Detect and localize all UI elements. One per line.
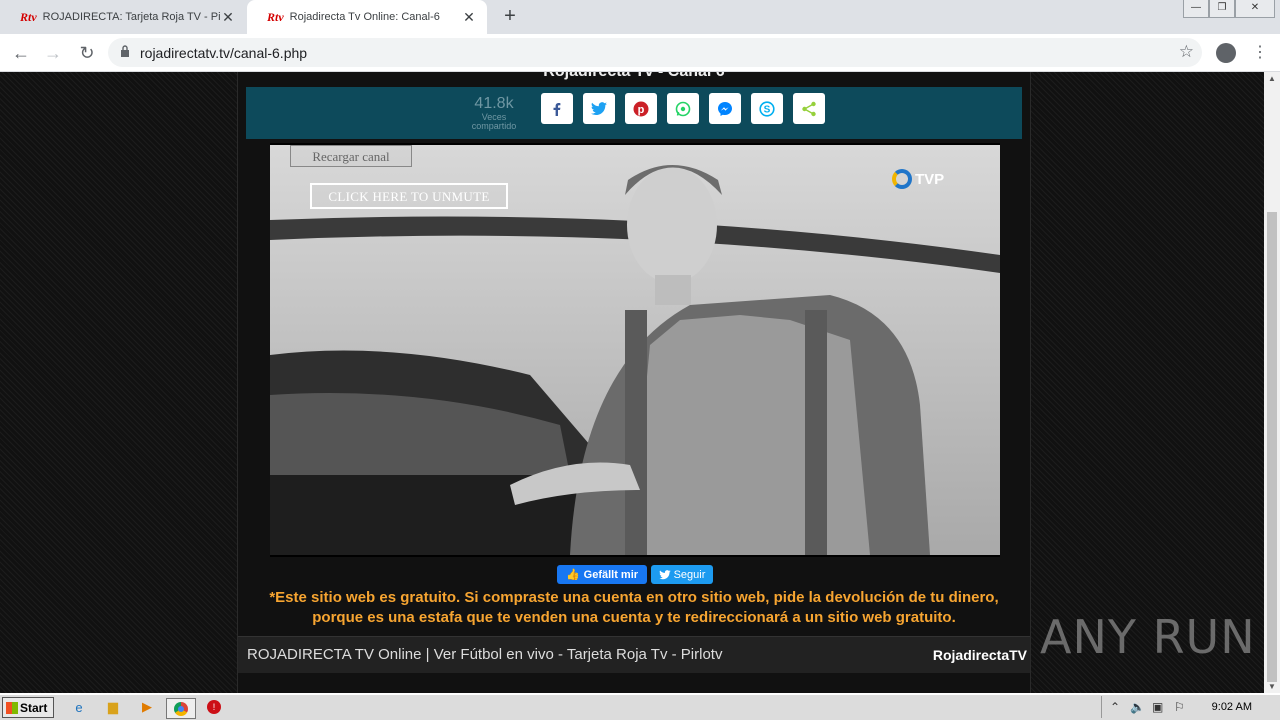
restore-button[interactable]: ❐ bbox=[1209, 0, 1235, 18]
share-count-label-2: compartido bbox=[471, 121, 517, 131]
free-site-disclaimer: *Este sitio web es gratuito. Si comprast… bbox=[238, 588, 1030, 628]
windows-taskbar: Start e ▆ ▶ ! ⌃ 🔈 ▣ ⚐ 9:02 AM bbox=[0, 693, 1280, 720]
svg-text:p: p bbox=[638, 104, 645, 116]
generic-share-button[interactable] bbox=[793, 93, 825, 124]
main-content: Rojadirecta Tv - Canal 6 41.8k Veces com… bbox=[237, 72, 1031, 693]
address-bar[interactable]: rojadirectatv.tv/canal-6.php ☆ bbox=[108, 38, 1202, 67]
opera-icon[interactable]: ! bbox=[205, 698, 223, 716]
scroll-down-arrow-icon[interactable]: ▼ bbox=[1268, 682, 1276, 691]
network-icon[interactable]: ▣ bbox=[1152, 700, 1163, 714]
skype-icon: S bbox=[759, 100, 775, 117]
internet-explorer-icon[interactable]: e bbox=[70, 698, 88, 716]
rtv-favicon-icon: Rtv bbox=[20, 9, 37, 24]
pinterest-icon: p bbox=[633, 101, 649, 116]
chrome-menu-icon[interactable]: ⋮ bbox=[1252, 42, 1268, 62]
anyrun-watermark: ANY RUN bbox=[1040, 610, 1256, 664]
url-text: rojadirectatv.tv/canal-6.php bbox=[140, 45, 308, 61]
back-arrow-icon[interactable]: ← bbox=[10, 42, 32, 64]
video-frame[interactable]: Recargar canal CLICK HERE TO UNMUTE TVP bbox=[270, 145, 1000, 555]
footer-brand-link[interactable]: RojadirectaTV bbox=[933, 647, 1027, 663]
action-center-flag-icon[interactable]: ⚐ bbox=[1174, 700, 1185, 714]
twitter-icon bbox=[591, 101, 607, 115]
browser-toolbar: ← → ↻ rojadirectatv.tv/canal-6.php ☆ ⋮ bbox=[0, 34, 1280, 72]
facebook-share-button[interactable] bbox=[541, 93, 573, 124]
tab-close-icon[interactable]: ✕ bbox=[220, 9, 236, 26]
tab-title: Rojadirecta Tv Online: Canal-6 bbox=[289, 11, 440, 23]
share-bar: 41.8k Veces compartido p S bbox=[246, 87, 1022, 139]
facebook-like-button[interactable]: 👍 Gefällt mir bbox=[557, 565, 647, 584]
tab-title: ROJADIRECTA: Tarjeta Roja TV - Pirl bbox=[42, 11, 220, 23]
fb-like-label: Gefällt mir bbox=[583, 568, 639, 581]
facebook-icon bbox=[553, 102, 561, 116]
page-heading: Rojadirecta Tv - Canal 6 bbox=[238, 72, 1030, 86]
site-footer: ROJADIRECTA TV Online | Ver Fútbol en vi… bbox=[238, 636, 1030, 673]
tab-canal-6[interactable]: Rtv Rojadirecta Tv Online: Canal-6 ✕ bbox=[247, 0, 487, 34]
pinterest-share-button[interactable]: p bbox=[625, 93, 657, 124]
volume-icon[interactable]: 🔈 bbox=[1130, 700, 1145, 714]
whatsapp-share-button[interactable] bbox=[667, 93, 699, 124]
bookmark-star-icon[interactable]: ☆ bbox=[1179, 42, 1194, 62]
tab-rojadirecta-home[interactable]: Rtv ROJADIRECTA: Tarjeta Roja TV - Pirl … bbox=[0, 0, 246, 34]
share-icon bbox=[802, 101, 816, 116]
scroll-up-arrow-icon[interactable]: ▲ bbox=[1268, 74, 1276, 83]
windows-flag-icon bbox=[6, 701, 18, 714]
messenger-icon bbox=[718, 101, 732, 116]
profile-avatar-icon[interactable] bbox=[1216, 43, 1236, 63]
system-tray: ⌃ 🔈 ▣ ⚐ 9:02 AM bbox=[1101, 696, 1280, 718]
close-window-button[interactable]: ✕ bbox=[1235, 0, 1275, 18]
media-player-icon[interactable]: ▶ bbox=[138, 698, 156, 716]
reload-icon[interactable]: ↻ bbox=[76, 42, 98, 64]
start-label: Start bbox=[20, 700, 48, 715]
disclaimer-line-2: porque es una estafa que te venden una c… bbox=[312, 609, 956, 626]
messenger-share-button[interactable] bbox=[709, 93, 741, 124]
forward-arrow-icon[interactable]: → bbox=[42, 42, 64, 64]
twitter-share-button[interactable] bbox=[583, 93, 615, 124]
thumbs-up-icon: 👍 bbox=[565, 569, 580, 581]
scrollbar-thumb[interactable] bbox=[1267, 212, 1277, 682]
lock-icon bbox=[121, 45, 129, 57]
new-tab-button[interactable]: + bbox=[500, 6, 520, 26]
footer-description: ROJADIRECTA TV Online | Ver Fútbol en vi… bbox=[247, 646, 723, 663]
whatsapp-icon bbox=[675, 101, 691, 116]
tvp-channel-logo: TVP bbox=[892, 169, 944, 189]
video-player[interactable]: Recargar canal CLICK HERE TO UNMUTE TVP bbox=[270, 143, 1000, 557]
tvp-logo-icon bbox=[892, 169, 912, 189]
twitter-follow-button[interactable]: Seguir bbox=[651, 565, 713, 584]
start-button[interactable]: Start bbox=[2, 697, 54, 718]
skype-share-button[interactable]: S bbox=[751, 93, 783, 124]
share-count: 41.8k Veces compartido bbox=[464, 95, 524, 131]
page-viewport: Rojadirecta Tv - Canal 6 41.8k Veces com… bbox=[0, 72, 1264, 693]
disclaimer-line-1: *Este sitio web es gratuito. Si comprast… bbox=[269, 589, 999, 606]
twitter-bird-icon bbox=[658, 569, 671, 579]
page-scrollbar[interactable]: ▲ ▼ bbox=[1264, 72, 1280, 693]
svg-text:S: S bbox=[764, 104, 771, 115]
file-explorer-icon[interactable]: ▆ bbox=[104, 698, 122, 716]
reload-channel-button[interactable]: Recargar canal bbox=[290, 145, 412, 167]
tab-strip: Rtv ROJADIRECTA: Tarjeta Roja TV - Pirl … bbox=[0, 0, 1280, 34]
tab-close-icon[interactable]: ✕ bbox=[461, 9, 477, 26]
tw-follow-label: Seguir bbox=[673, 568, 706, 581]
share-count-number: 41.8k bbox=[474, 95, 514, 112]
chrome-taskbar-icon[interactable] bbox=[166, 698, 196, 719]
show-hidden-icons-icon[interactable]: ⌃ bbox=[1110, 700, 1120, 714]
taskbar-clock[interactable]: 9:02 AM bbox=[1212, 701, 1252, 713]
tvp-logo-text: TVP bbox=[915, 170, 945, 188]
rtv-favicon-icon: Rtv bbox=[267, 9, 284, 24]
unmute-button[interactable]: CLICK HERE TO UNMUTE bbox=[310, 183, 508, 209]
minimize-button[interactable]: — bbox=[1183, 0, 1209, 18]
